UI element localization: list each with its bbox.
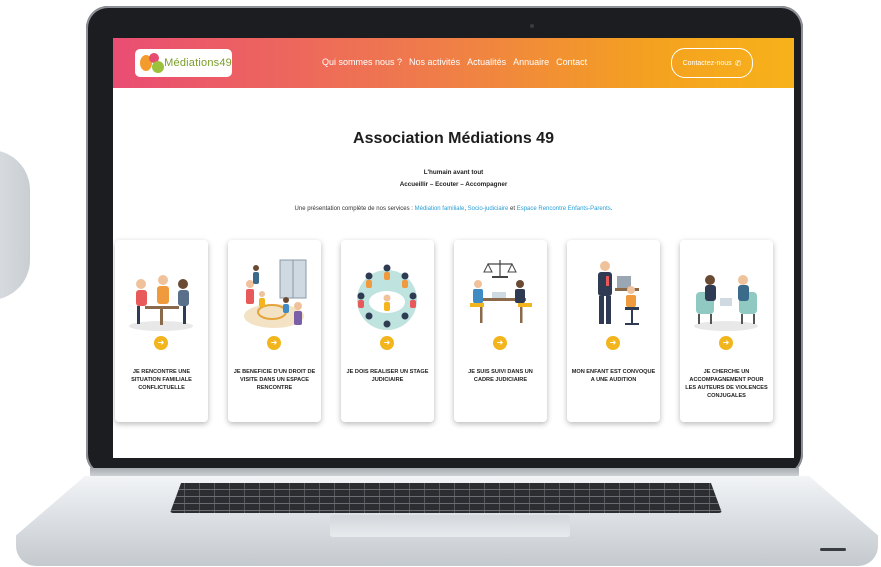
link-socio-judiciaire[interactable]: Socio-judiciaire <box>468 206 509 212</box>
logo-icon <box>138 50 164 76</box>
service-card-domestic-violence-support[interactable]: ➜ JE CHERCHE UN ACCOMPAGNEMENT POUR LES … <box>680 240 773 422</box>
services-intro: Une présentation complète de nos service… <box>113 206 794 212</box>
nav-item-annuaire[interactable]: Annuaire <box>513 57 549 67</box>
family-conflict-illustration <box>129 275 193 331</box>
intro-and: et <box>508 206 517 212</box>
main-nav: Qui sommes nous ? Nos activités Actualit… <box>322 57 587 67</box>
card-label: JE SUIS SUIVI DANS UN CADRE JUDICIAIRE <box>468 369 533 384</box>
card-label: JE BENEFICIE D'UN DROIT DE VISITE DANS U… <box>233 369 316 392</box>
visitation-space-illustration <box>244 259 307 328</box>
nav-item-nos-activites[interactable]: Nos activités <box>409 57 460 67</box>
card-arrow-icon[interactable]: ➜ <box>267 336 281 350</box>
logo-text: Médiations49 <box>164 57 232 69</box>
phone-icon: ✆ <box>734 58 742 68</box>
contact-us-label: Contactez-nous <box>682 59 732 67</box>
site-logo[interactable]: Médiations49 <box>135 49 232 77</box>
card-label: MON ENFANT EST CONVOQUE A UNE AUDITION <box>571 369 656 384</box>
nav-item-qui-sommes-nous[interactable]: Qui sommes nous ? <box>322 57 402 67</box>
laptop-indent <box>820 548 846 551</box>
service-card-visitation[interactable]: ➜ JE BENEFICIE D'UN DROIT DE VISITE DANS… <box>228 240 321 422</box>
tagline: L'humain avant tout <box>423 169 484 176</box>
service-card-judicial-workshop[interactable]: ➜ JE DOIS REALISER UN STAGE JUDICIAIRE <box>341 240 434 422</box>
touchpad <box>330 515 570 537</box>
service-card-child-hearing[interactable]: ➜ MON ENFANT EST CONVOQUE A UNE AUDITION <box>567 240 660 422</box>
card-label: JE DOIS REALISER UN STAGE JUDICIAIRE <box>346 369 429 384</box>
child-hearing-illustration <box>598 261 639 325</box>
card-label: JE CHERCHE UN ACCOMPAGNEMENT POUR LES AU… <box>685 369 768 400</box>
card-arrow-icon[interactable]: ➜ <box>606 336 620 350</box>
card-arrow-icon[interactable]: ➜ <box>493 336 507 350</box>
background-device <box>0 150 30 300</box>
counseling-illustration <box>694 275 758 331</box>
card-label: JE RENCONTRE UNE SITUATION FAMILIALE CON… <box>131 369 192 392</box>
service-card-family-conflict[interactable]: ➜ JE RENCONTRE UNE SITUATION FAMILIALE C… <box>115 240 208 422</box>
link-espace-rencontre[interactable]: Espace Rencontre Enfants-Parents <box>517 206 611 212</box>
site-header: Médiations49 Qui sommes nous ? Nos activ… <box>113 38 794 88</box>
contact-us-button[interactable]: Contactez-nous ✆ <box>671 48 753 78</box>
card-arrow-icon[interactable]: ➜ <box>154 336 168 350</box>
page-title: Association Médiations 49 <box>353 130 554 147</box>
intro-suffix: . <box>610 206 613 212</box>
intro-prefix: Une présentation complète de nos service… <box>294 206 415 212</box>
values-text: Accueillir – Ecouter – Accompagner <box>399 181 508 188</box>
laptop-screen: Médiations49 Qui sommes nous ? Nos activ… <box>113 38 794 458</box>
card-arrow-icon[interactable]: ➜ <box>719 336 733 350</box>
nav-item-actualites[interactable]: Actualités <box>467 57 506 67</box>
service-card-judicial-followup[interactable]: ➜ JE SUIS SUIVI DANS UN CADRE JUDICIAIRE <box>454 240 547 422</box>
nav-item-contact[interactable]: Contact <box>556 57 587 67</box>
judicial-followup-illustration <box>470 260 532 323</box>
webcam <box>530 24 534 28</box>
judicial-workshop-illustration <box>357 264 417 330</box>
link-mediation-familiale[interactable]: Médiation familiale <box>415 206 465 212</box>
card-arrow-icon[interactable]: ➜ <box>380 336 394 350</box>
keyboard <box>170 483 722 513</box>
